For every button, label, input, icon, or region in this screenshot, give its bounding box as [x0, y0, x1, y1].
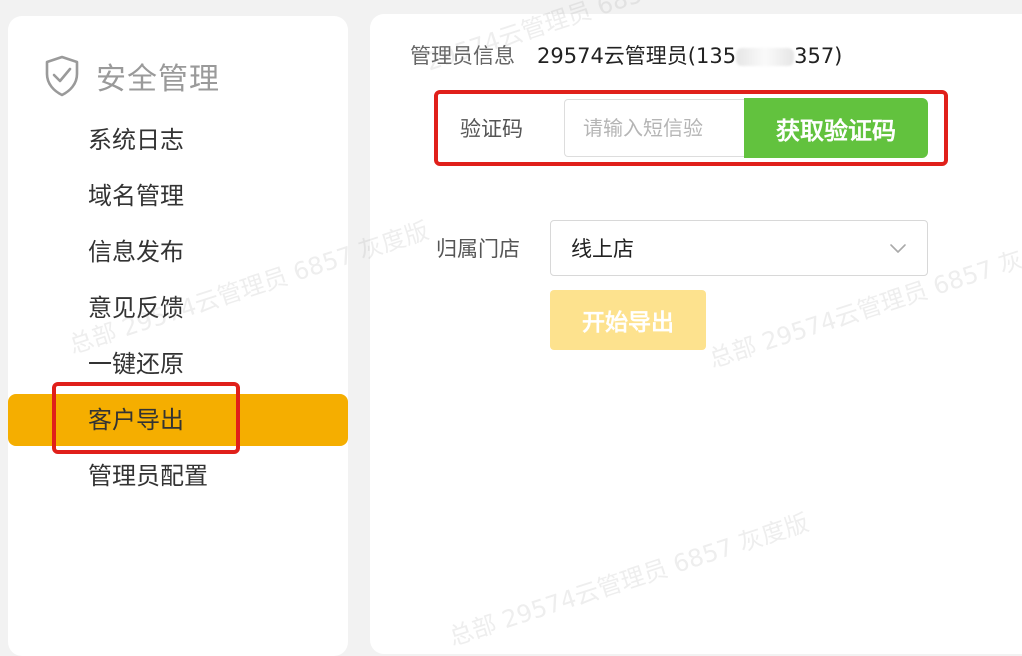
sidebar-item-domain[interactable]: 域名管理 — [8, 168, 348, 224]
shield-check-icon — [45, 55, 79, 97]
admin-info-value: 29574云管理员(135 357) — [537, 40, 842, 70]
store-select[interactable]: 线上店 — [550, 220, 928, 276]
sidebar-item-publish[interactable]: 信息发布 — [8, 224, 348, 280]
sidebar-item-customer-export[interactable]: 客户导出 — [8, 394, 348, 446]
verify-code-input[interactable] — [564, 99, 744, 157]
sidebar-title: 安全管理 — [96, 62, 220, 97]
sidebar-menu: 系统日志 域名管理 信息发布 意见反馈 一键还原 客户导出 管理员配置 — [8, 112, 348, 504]
get-code-button[interactable]: 获取验证码 — [744, 98, 928, 158]
sidebar-item-system-log[interactable]: 系统日志 — [8, 112, 348, 168]
admin-info-label: 管理员信息 — [410, 44, 515, 68]
main-panel: 管理员信息 29574云管理员(135 357) 验证码 获取验证码 归属门店 线… — [370, 14, 1022, 654]
chevron-down-icon — [890, 244, 906, 253]
sidebar: 安全管理 系统日志 域名管理 信息发布 意见反馈 一键还原 客户导出 管理员配置 — [8, 16, 348, 656]
admin-info-row: 管理员信息 29574云管理员(135 357) — [410, 40, 842, 70]
sidebar-item-admin-config[interactable]: 管理员配置 — [8, 448, 348, 504]
sidebar-item-feedback[interactable]: 意见反馈 — [8, 280, 348, 336]
start-export-button[interactable]: 开始导出 — [550, 290, 706, 350]
sidebar-item-restore[interactable]: 一键还原 — [8, 336, 348, 392]
sidebar-header: 安全管理 — [42, 54, 220, 98]
store-label: 归属门店 — [436, 237, 520, 261]
phone-mask — [736, 48, 795, 66]
admin-name: 29574云管理员(135 — [537, 44, 737, 68]
verify-code-label: 验证码 — [460, 117, 523, 141]
store-row: 归属门店 线上店 — [436, 220, 928, 276]
admin-phone-tail: 357) — [794, 44, 843, 68]
store-selected-value: 线上店 — [571, 237, 634, 261]
verify-code-row: 验证码 获取验证码 — [460, 98, 928, 158]
